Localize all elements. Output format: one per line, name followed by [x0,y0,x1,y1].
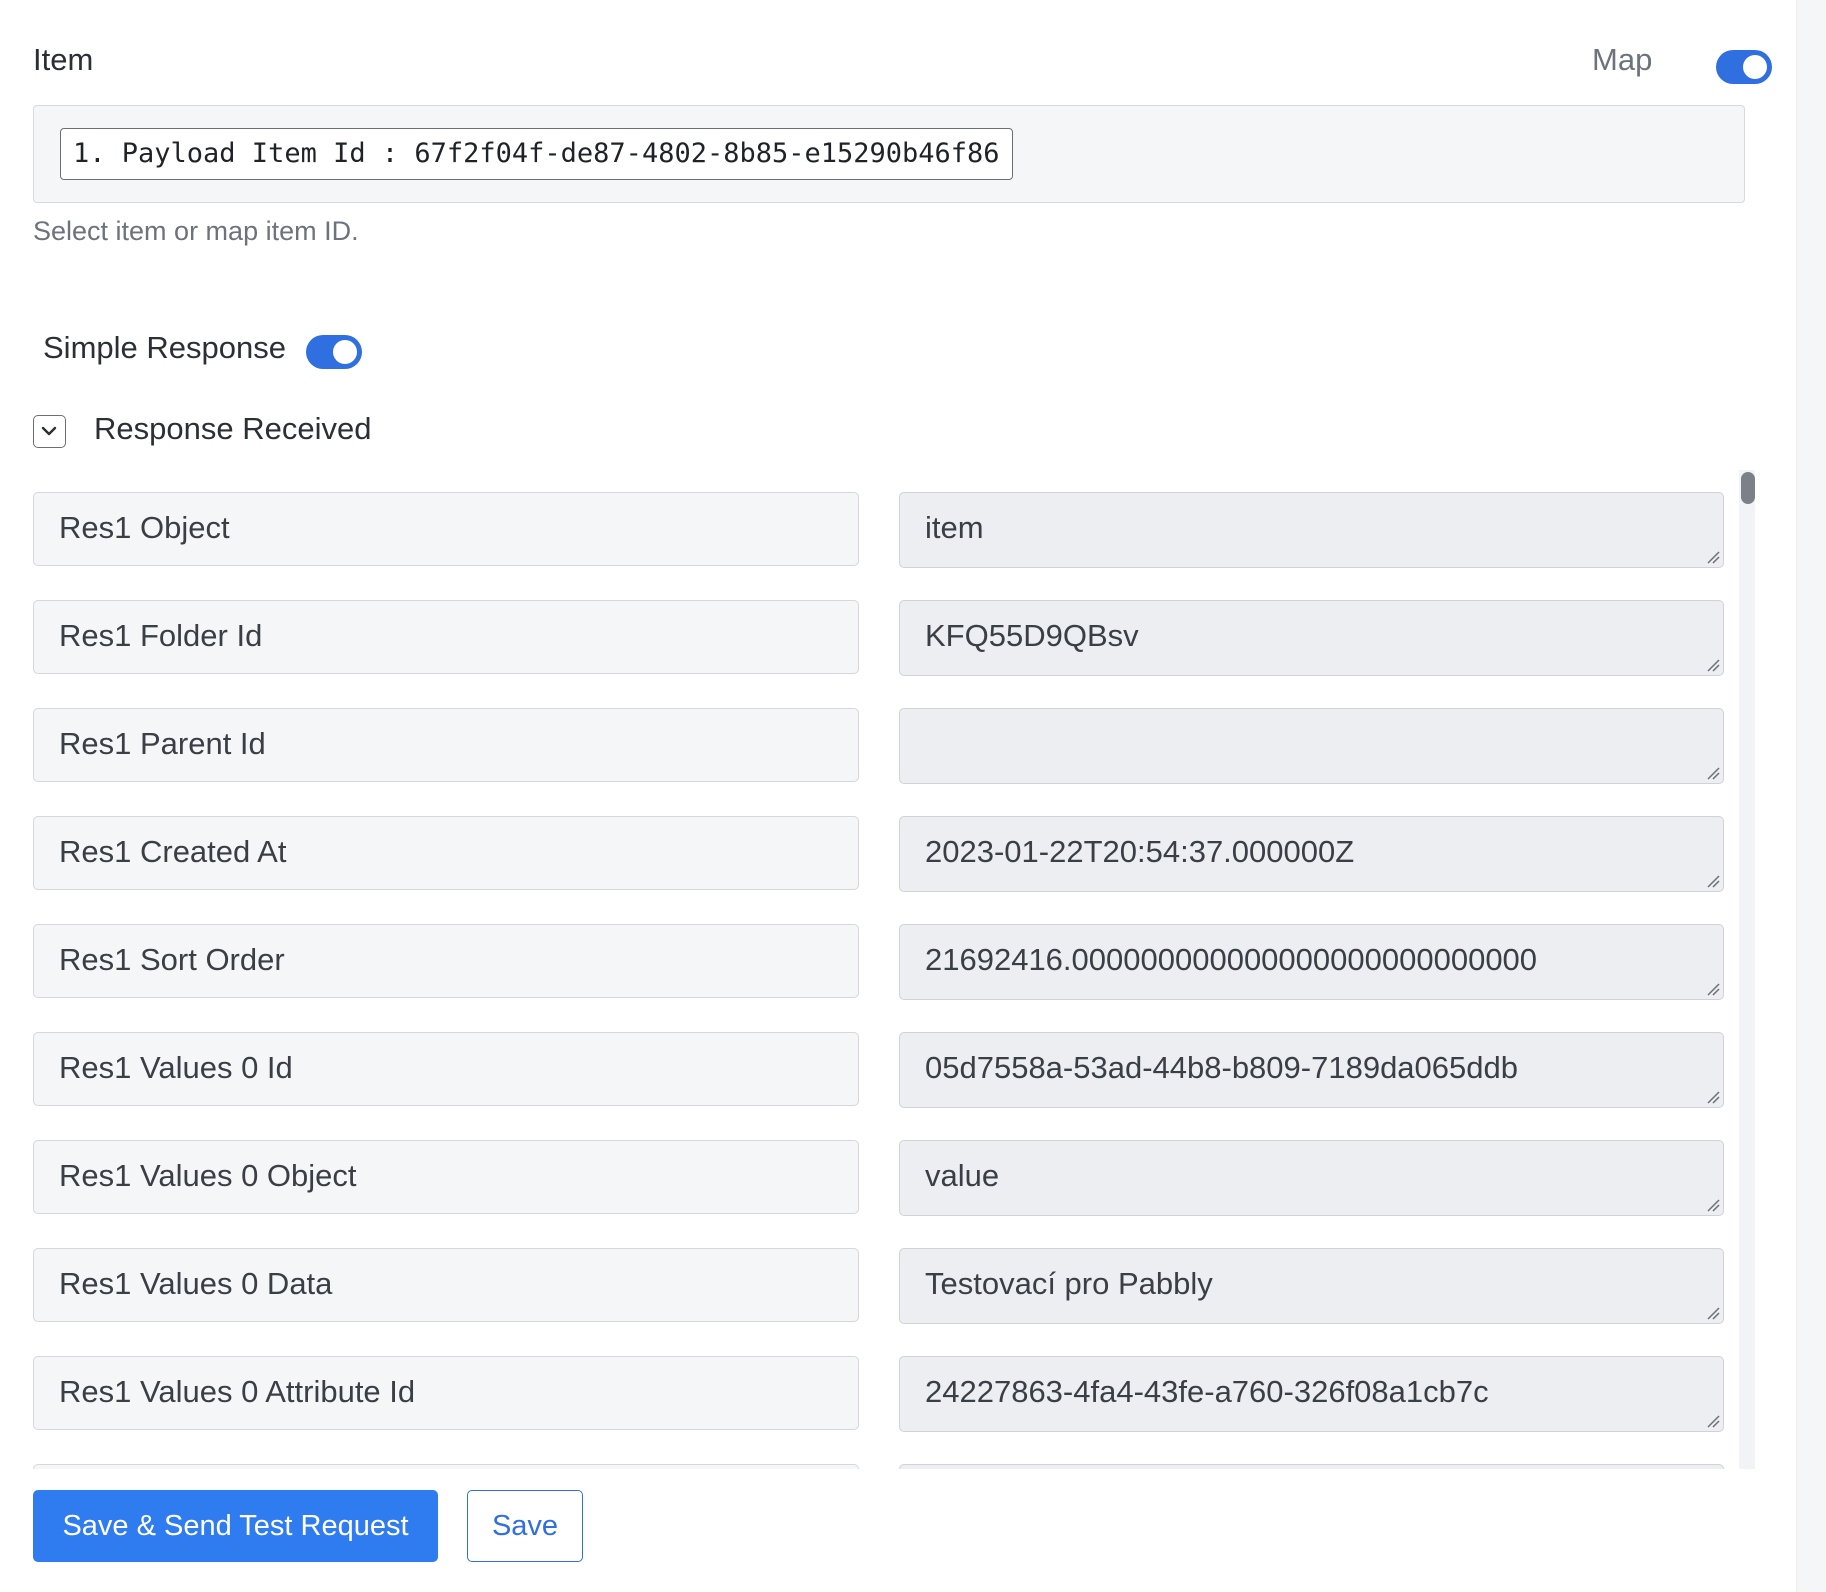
response-value-field[interactable] [899,708,1724,784]
response-row: Res1 Created At 2023-01-22T20:54:37.0000… [33,792,1725,892]
response-key-field: Res1 Object [33,492,859,566]
resize-grip-icon[interactable] [1704,656,1720,672]
module-config-page: Item Map 1. Payload Item Id : 67f2f04f-d… [0,0,1826,1592]
response-value-text: KFQ55D9QBsv [925,618,1139,653]
response-value-text: 05d7558a-53ad-44b8-b809-7189da065ddb [925,1050,1518,1085]
response-received-label: Response Received [94,411,372,446]
simple-response-toggle-knob [333,340,357,364]
response-value-field[interactable] [899,1464,1724,1469]
response-key-field: Res1 Created At [33,816,859,890]
item-label: Item [33,42,94,77]
response-key-field: Res1 Parent Id [33,708,859,782]
save-button[interactable]: Save [467,1490,583,1562]
response-key-field: Res1 Values 0 Object [33,1140,859,1214]
response-value-field[interactable]: 05d7558a-53ad-44b8-b809-7189da065ddb [899,1032,1724,1108]
response-key-field: Res1 Folder Id [33,600,859,674]
resize-grip-icon[interactable] [1704,872,1720,888]
chevron-down-icon [41,426,57,436]
item-select-field[interactable]: 1. Payload Item Id : 67f2f04f-de87-4802-… [33,105,1745,203]
response-row: Res1 Values 0 Data Testovací pro Pabbly [33,1224,1725,1324]
response-value-text: 2023-01-22T20:54:37.000000Z [925,834,1355,869]
selected-item-tag[interactable]: 1. Payload Item Id : 67f2f04f-de87-4802-… [60,128,1013,180]
resize-grip-icon[interactable] [1704,980,1720,996]
save-and-send-test-request-button[interactable]: Save & Send Test Request [33,1490,438,1562]
resize-grip-icon[interactable] [1704,548,1720,564]
response-value-field[interactable]: 21692416.000000000000000000000000000 [899,924,1724,1000]
response-value-field[interactable]: Testovací pro Pabbly [899,1248,1724,1324]
response-key-field: Res1 Values 0 Data [33,1248,859,1322]
right-gutter [1796,0,1826,1592]
response-row: Res1 Sort Order 21692416.000000000000000… [33,900,1725,1000]
response-row: Res1 Values 0 Attribute Id 24227863-4fa4… [33,1332,1725,1432]
resize-grip-icon[interactable] [1704,1088,1720,1104]
response-key-field [33,1464,859,1469]
response-value-text: 21692416.000000000000000000000000000 [925,942,1538,977]
item-helper-text: Select item or map item ID. [33,216,359,246]
response-row: Res1 Values 0 Object value [33,1116,1725,1216]
resize-grip-icon[interactable] [1704,764,1720,780]
resize-grip-icon[interactable] [1704,1304,1720,1320]
response-value-text: value [925,1158,1000,1193]
response-key-field: Res1 Sort Order [33,924,859,998]
response-key-field: Res1 Values 0 Id [33,1032,859,1106]
simple-response-toggle[interactable] [306,335,362,369]
response-scrollbar-thumb[interactable] [1741,472,1755,504]
response-row: Res1 Object item [33,468,1725,568]
response-value-field[interactable]: 24227863-4fa4-43fe-a760-326f08a1cb7c [899,1356,1724,1432]
map-toggle[interactable] [1716,50,1772,84]
map-label: Map [1592,42,1653,77]
response-scrollbar-track[interactable] [1739,470,1755,1469]
collapse-button[interactable] [33,415,66,448]
resize-grip-icon[interactable] [1704,1196,1720,1212]
map-toggle-knob [1743,55,1767,79]
response-row: Res1 Parent Id [33,684,1725,784]
response-value-text: 24227863-4fa4-43fe-a760-326f08a1cb7c [925,1374,1489,1409]
response-row [33,1440,1725,1469]
resize-grip-icon[interactable] [1704,1412,1720,1428]
response-value-field[interactable]: 2023-01-22T20:54:37.000000Z [899,816,1724,892]
response-row: Res1 Values 0 Id 05d7558a-53ad-44b8-b809… [33,1008,1725,1108]
response-value-text: Testovací pro Pabbly [925,1266,1213,1301]
response-fields-list: Res1 Object item Res1 Folder Id KFQ55D9Q… [0,468,1760,1469]
response-row: Res1 Folder Id KFQ55D9QBsv [33,576,1725,676]
response-value-field[interactable]: KFQ55D9QBsv [899,600,1724,676]
response-key-field: Res1 Values 0 Attribute Id [33,1356,859,1430]
response-value-field[interactable]: item [899,492,1724,568]
response-value-field[interactable]: value [899,1140,1724,1216]
simple-response-label: Simple Response [43,330,286,365]
response-value-text: item [925,510,984,545]
